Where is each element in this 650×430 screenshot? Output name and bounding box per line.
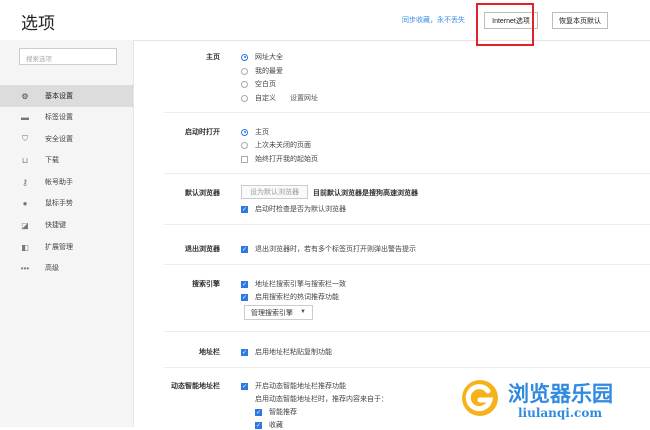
sidebar-item-label: 帐号助手 — [45, 179, 73, 186]
manage-search-engine-dropdown[interactable]: 管理搜索引擎 ▼ — [244, 305, 313, 320]
section-label-smart-address-bar: 动态智能地址栏 — [171, 383, 220, 390]
restore-default-button[interactable]: 恢复本页默认 — [552, 12, 608, 29]
tab-icon: ▬ — [21, 112, 29, 122]
sidebar-item-label: 基本设置 — [45, 93, 73, 100]
radio[interactable] — [241, 67, 248, 75]
radio[interactable] — [241, 94, 248, 102]
sidebar-item-shortcut[interactable]: ◪ 快捷键 — [0, 214, 133, 236]
section-label-address-bar: 地址栏 — [199, 349, 220, 356]
section-label-search-engine: 搜索引擎 — [192, 281, 220, 288]
checkbox-checked[interactable]: ✓ — [241, 245, 248, 253]
sidebar-item-basic[interactable]: ⚙ 基本设置 — [0, 85, 133, 107]
sidebar-item-label: 高级 — [45, 265, 59, 272]
sync-engine-checkbox[interactable]: ✓ 地址栏搜索引擎与搜索栏一致 — [241, 279, 346, 289]
caret-down-icon: ▼ — [300, 309, 306, 315]
set-default-browser-button[interactable]: 设为默认浏览器 — [241, 185, 308, 199]
default-browser-status: 目前默认浏览器是搜狗高速浏览器 — [313, 190, 418, 197]
sidebar-item-security[interactable]: ⛉ 安全设置 — [0, 128, 133, 150]
section-label-exit-browser: 退出浏览器 — [185, 246, 220, 253]
smart-favorites-checkbox[interactable]: ✓ 收藏 — [255, 420, 283, 430]
shield-icon: ⛉ — [22, 134, 28, 143]
sidebar-item-label: 扩展管理 — [45, 244, 73, 251]
section-label-startup: 启动时打开 — [185, 129, 220, 136]
startup-option[interactable]: 上次未关闭的页面 — [241, 140, 311, 150]
sidebar: 搜索选项 ⚙ 基本设置 ▬ 标签设置 ⛉ 安全设置 ⊔ 下载 ⚷ 帐号助手 ● … — [0, 40, 134, 427]
shortcut-icon: ◪ — [21, 220, 29, 230]
smart-bar-description: 启用动态智能地址栏时，推荐内容来自于： — [255, 396, 388, 403]
sidebar-item-tabs[interactable]: ▬ 标签设置 — [0, 106, 133, 128]
divider — [164, 331, 650, 332]
homepage-option[interactable]: 网址大全 — [241, 52, 283, 62]
radio-selected[interactable] — [241, 128, 248, 136]
exit-warn-checkbox[interactable]: ✓ 退出浏览器时，若有多个标签页打开则弹出警告提示 — [241, 244, 416, 254]
homepage-option[interactable]: 我的最爱 — [241, 66, 283, 76]
download-icon: ⊔ — [21, 155, 29, 165]
sidebar-item-account[interactable]: ⚷ 帐号助手 — [0, 171, 133, 193]
sidebar-item-label: 下载 — [45, 157, 59, 164]
sidebar-item-advanced[interactable]: ••• 高级 — [0, 257, 133, 279]
sidebar-item-label: 标签设置 — [45, 114, 73, 121]
checkbox-checked[interactable]: ✓ — [255, 421, 262, 429]
more-icon: ••• — [20, 263, 30, 273]
checkbox-checked[interactable]: ✓ — [241, 348, 248, 356]
sidebar-item-mouse[interactable]: ● 鼠标手势 — [0, 192, 133, 214]
main-content: 主页 网址大全 我的最爱 空白页 自定义 设置网址 启动时打开 主页 上次未关闭… — [134, 41, 650, 430]
divider — [164, 224, 650, 225]
sidebar-item-label: 鼠标手势 — [45, 200, 73, 207]
radio[interactable] — [241, 141, 248, 149]
key-icon: ⚷ — [22, 177, 28, 187]
page-title: 选项 — [21, 14, 55, 33]
checkbox[interactable] — [241, 155, 248, 163]
watermark-cn-text: 浏览器乐园 — [508, 382, 613, 406]
mouse-icon: ● — [22, 198, 28, 208]
sidebar-item-label: 安全设置 — [45, 136, 73, 143]
divider — [164, 264, 650, 265]
checkbox-checked[interactable]: ✓ — [255, 408, 262, 416]
homepage-option[interactable]: 自定义 设置网址 — [241, 93, 318, 103]
paste-copy-checkbox[interactable]: ✓ 启用地址栏粘贴复制功能 — [241, 347, 332, 357]
hot-words-checkbox[interactable]: ✓ 启用搜索栏的热词推荐功能 — [241, 292, 339, 302]
radio-selected[interactable] — [241, 53, 248, 61]
gear-icon: ⚙ — [21, 91, 29, 101]
watermark-en-text: liulanqi.com — [518, 406, 603, 420]
sync-link[interactable]: 同步收藏，永不丢失 — [402, 15, 465, 25]
divider — [164, 112, 650, 113]
set-url-link[interactable]: 设置网址 — [290, 93, 318, 103]
section-label-homepage: 主页 — [206, 54, 220, 61]
sidebar-item-extensions[interactable]: ◧ 扩展管理 — [0, 236, 133, 258]
smart-bar-enable-checkbox[interactable]: ✓ 开启动态智能地址栏推荐功能 — [241, 381, 346, 391]
watermark-logo-icon — [462, 380, 498, 416]
startup-option[interactable]: 主页 — [241, 127, 269, 137]
homepage-option[interactable]: 空白页 — [241, 79, 276, 89]
smart-recommend-checkbox[interactable]: ✓ 智能推荐 — [255, 407, 297, 417]
checkbox-checked[interactable]: ✓ — [241, 205, 248, 213]
sidebar-item-label: 快捷键 — [45, 222, 66, 229]
sidebar-item-download[interactable]: ⊔ 下载 — [0, 149, 133, 171]
divider — [164, 173, 650, 174]
watermark: 浏览器乐园 liulanqi.com — [460, 372, 650, 427]
highlight-box — [476, 3, 534, 46]
divider — [164, 367, 650, 368]
extension-icon: ◧ — [21, 242, 29, 252]
section-label-default-browser: 默认浏览器 — [185, 190, 220, 197]
checkbox-checked[interactable]: ✓ — [241, 382, 248, 390]
search-input[interactable]: 搜索选项 — [19, 48, 117, 65]
checkbox-checked[interactable]: ✓ — [241, 280, 248, 288]
radio[interactable] — [241, 80, 248, 88]
checkbox-checked[interactable]: ✓ — [241, 293, 248, 301]
always-open-checkbox[interactable]: 始终打开我的起始页 — [241, 154, 318, 164]
check-default-checkbox[interactable]: ✓ 启动时检查是否为默认浏览器 — [241, 204, 346, 214]
header: 选项 同步收藏，永不丢失 Internet选项 恢复本页默认 — [0, 0, 650, 46]
